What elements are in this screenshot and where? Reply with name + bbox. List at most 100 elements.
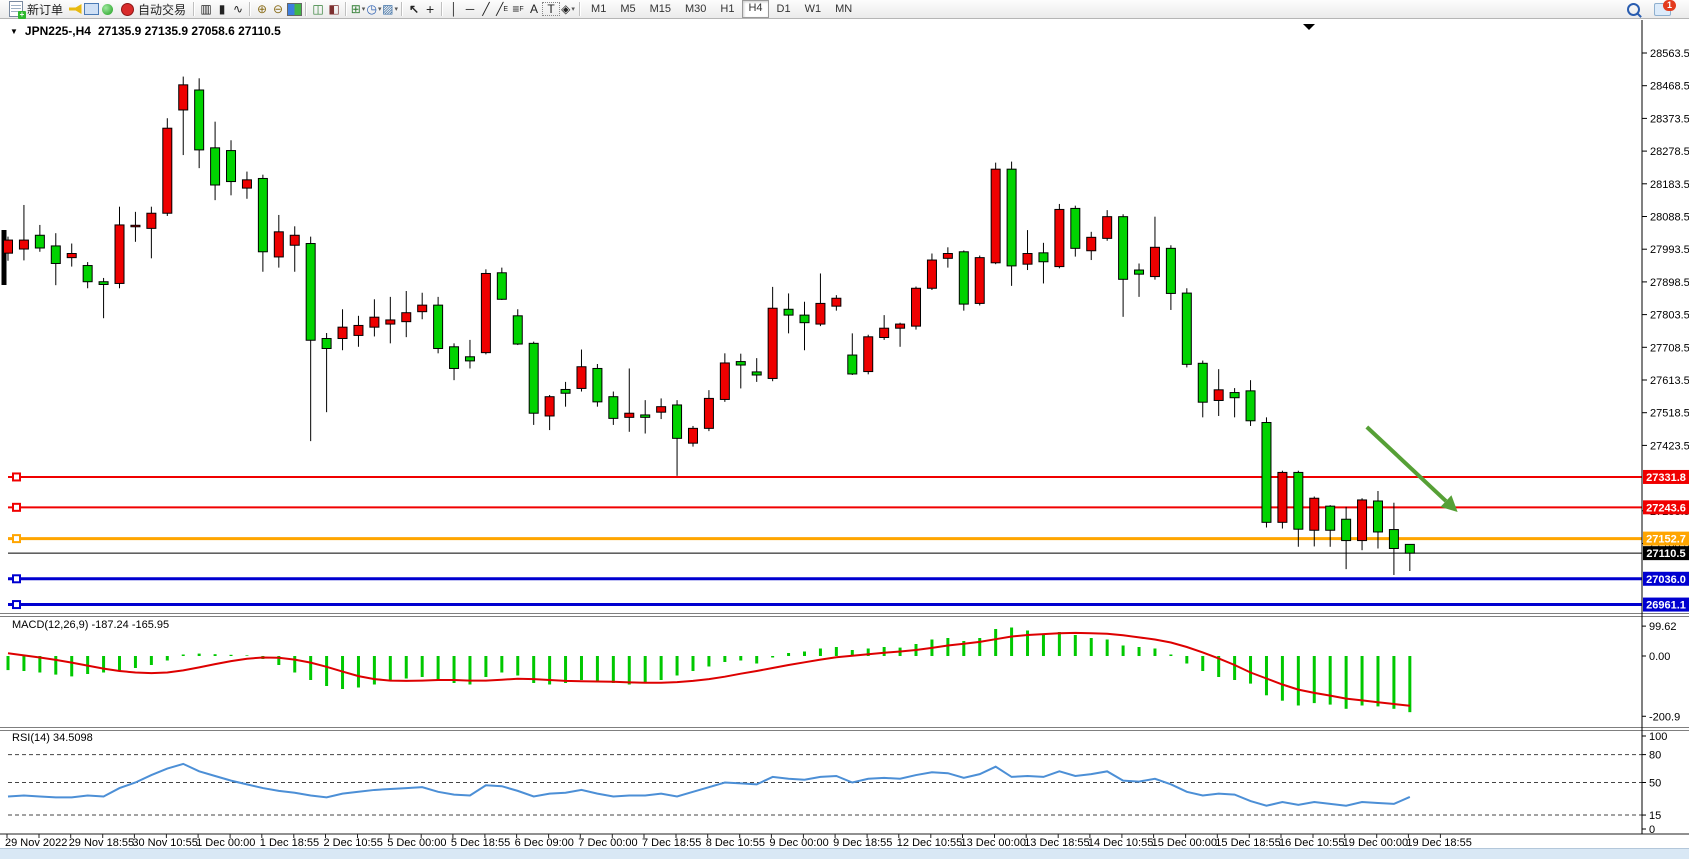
template-icon[interactable]: ▨▾ [382,2,398,17]
candle-body[interactable] [115,225,124,284]
level-drag-handle[interactable] [13,601,20,608]
candle-body[interactable] [99,282,108,285]
candle-body[interactable] [306,244,315,341]
candle-body[interactable] [752,372,761,375]
sound-icon[interactable] [67,2,83,17]
candle-body[interactable] [1166,248,1175,293]
candle-body[interactable] [434,305,443,348]
tile-windows-icon[interactable] [286,2,302,17]
chat-icon[interactable]: 1 [1654,3,1671,16]
candle-body[interactable] [1103,217,1112,239]
timeframe-m5[interactable]: M5 [614,1,641,17]
candle-body[interactable] [1326,506,1335,530]
candle-body[interactable] [625,413,634,417]
candle-body[interactable] [211,148,220,185]
candle-body[interactable] [1358,500,1367,541]
candle-body[interactable] [1007,169,1016,266]
candle-body[interactable] [912,288,921,326]
level-drag-handle[interactable] [13,473,20,480]
candle-body[interactable] [1119,217,1128,280]
candle-body[interactable] [577,367,586,389]
candle-body[interactable] [1262,423,1271,523]
candle-body[interactable] [1071,208,1080,248]
candle-body[interactable] [609,397,618,419]
period-clock-icon[interactable]: ◷▾ [366,2,382,17]
arrange-charts-icon[interactable]: ◫ [310,2,326,17]
candle-body[interactable] [179,85,188,110]
crosshair-tool-icon[interactable]: + [422,2,438,17]
fibonacci-tool-icon[interactable]: ≡F [510,2,526,17]
collapse-icon[interactable]: ▼ [10,27,18,36]
shapes-tool-icon[interactable]: ◈▾ [560,2,576,17]
candle-body[interactable] [418,305,427,312]
timeframe-m15[interactable]: M15 [644,1,677,17]
candle-body[interactable] [1150,247,1159,276]
candle-body[interactable] [832,298,841,306]
signal-icon[interactable] [99,2,115,17]
candle-body[interactable] [51,246,60,264]
candle-body[interactable] [1246,391,1255,421]
level-drag-handle[interactable] [13,504,20,511]
text-tool-icon[interactable]: A [526,2,542,17]
level-drag-handle[interactable] [13,535,20,542]
candle-body[interactable] [1294,472,1303,529]
candle-body[interactable] [768,308,777,378]
candle-body[interactable] [880,328,889,337]
candle-body[interactable] [959,252,968,304]
candle-body[interactable] [848,355,857,374]
terminal-icon[interactable] [83,2,99,17]
zoom-out-icon[interactable]: ⊖ [270,2,286,17]
timeframe-d1[interactable]: D1 [771,1,797,17]
candle-body[interactable] [35,235,44,248]
candle-body[interactable] [481,273,490,352]
candle-body[interactable] [545,397,554,416]
candle-body[interactable] [370,317,379,327]
timeframe-w1[interactable]: W1 [799,1,828,17]
timeframe-h1[interactable]: H1 [714,1,740,17]
candle-body[interactable] [657,407,666,413]
label-tool-icon[interactable]: T [542,2,560,16]
autotrade-button[interactable]: 自动交易 [115,1,190,18]
candle-body[interactable] [1342,519,1351,540]
candle-body[interactable] [800,315,809,323]
candle-body[interactable] [1405,544,1414,553]
candle-body[interactable] [513,316,522,344]
timeframe-mn[interactable]: MN [829,1,858,17]
candle-body[interactable] [1055,209,1064,266]
candle-body[interactable] [529,343,538,413]
candle-body[interactable] [354,325,363,335]
level-drag-handle[interactable] [13,575,20,582]
candle-body[interactable] [1373,501,1382,532]
candle-body[interactable] [227,151,236,182]
candle-body[interactable] [67,254,76,258]
vertical-line-tool-icon[interactable]: │ [446,2,462,17]
candle-body[interactable] [1023,254,1032,265]
chart-canvas[interactable]: 28563.528468.528373.528278.528183.528088… [0,20,1689,858]
candle-body[interactable] [1278,472,1287,522]
candle-body[interactable] [943,254,952,259]
candle-body[interactable] [163,128,172,213]
cascade-charts-icon[interactable]: ◧ [326,2,342,17]
candle-body[interactable] [497,273,506,300]
candle-body[interactable] [593,368,602,401]
search-icon[interactable] [1627,3,1640,16]
candle-body[interactable] [736,362,745,365]
candle-body[interactable] [322,339,331,349]
channel-tool-icon[interactable]: ╱E [494,2,510,17]
candle-body[interactable] [1389,530,1398,549]
candle-body[interactable] [83,266,92,282]
candle-body[interactable] [338,327,347,338]
cursor-tool-icon[interactable]: ↖ [406,2,422,17]
horizontal-line-tool-icon[interactable]: ─ [462,2,478,17]
candle-body[interactable] [131,225,140,227]
candle-body[interactable] [402,313,411,322]
candle-body[interactable] [784,309,793,315]
candle-body[interactable] [896,324,905,328]
candle-body[interactable] [816,303,825,324]
bar-chart-icon[interactable]: ▥ [198,2,214,17]
trendline-tool-icon[interactable]: ╱ [478,2,494,17]
candle-body[interactable] [1214,390,1223,401]
candle-body[interactable] [1182,293,1191,364]
candle-body[interactable] [673,405,682,438]
candle-body[interactable] [864,337,873,372]
